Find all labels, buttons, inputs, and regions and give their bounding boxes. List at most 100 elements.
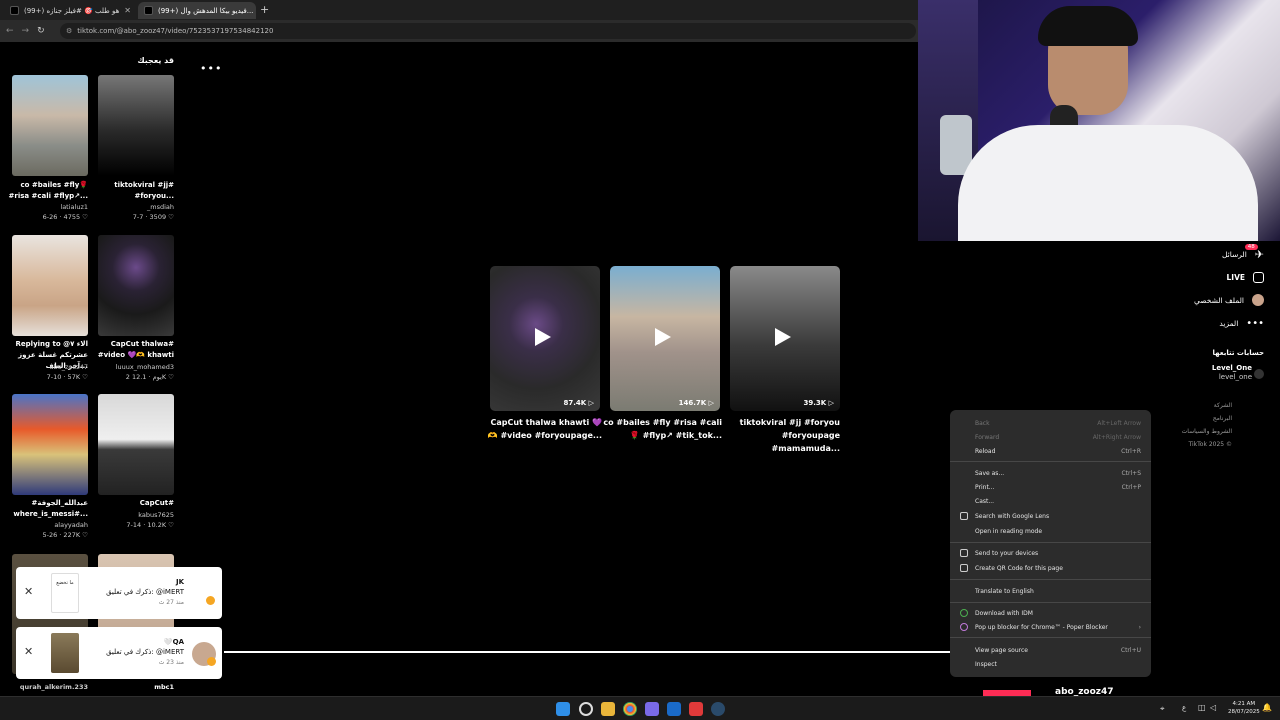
close-icon[interactable]: ✕ [24,585,33,598]
grid-thumb-5[interactable] [12,394,88,495]
windows-start-icon[interactable] [556,702,570,716]
discord-icon[interactable] [645,702,659,716]
browser-tab-1[interactable]: (99+) هو طلب 🎯 #فيلز جنازه ✕ [4,2,134,19]
address-bar[interactable]: ⚙ tiktok.com/@abo_zooz47/video/752353719… [60,23,916,39]
play-icon[interactable] [655,328,671,346]
context-menu: Back Alt+Left Arrow Forward Alt+Right Arro… [950,410,1151,677]
submenu-arrow-icon: › [1138,623,1141,631]
following-name: Level_One [1211,364,1252,372]
idm-icon [960,609,968,617]
menu-item-print[interactable]: Print... Ctrl+P [950,481,1151,493]
forward-arrow-icon[interactable]: → [22,26,30,36]
menu-item-view-source[interactable]: View page source Ctrl+U [950,644,1151,656]
language-indicator[interactable]: ع [1182,704,1186,712]
menu-item-reload[interactable]: Reload Ctrl+R [950,445,1151,457]
video-card-1[interactable]: 87.4K ▷ [490,266,600,411]
menu-separator [950,637,1151,638]
menu-item-qr-code[interactable]: Create QR Code for this page [950,562,1151,574]
tab-close-icon[interactable]: ✕ [124,6,131,15]
browser-tab-2[interactable]: (99+) فيديو بيكا المدهش وال... ✕ [138,2,256,19]
notification-time: منذ 27 ث [158,599,184,606]
profile-avatar-icon [1252,294,1264,306]
grid-thumb-4[interactable] [98,235,174,336]
outlook-icon[interactable] [667,702,681,716]
grid-caption-6[interactable]: CapCut# [94,498,174,509]
grid-caption-1[interactable]: co #bailes #fly🌹 #risa #cali #flyp↗... [8,180,89,202]
reload-icon[interactable]: ↻ [37,26,45,36]
sidebar-live[interactable]: LIVE [1227,272,1264,283]
grid-stats-3: 7-10 · 57K ♡ [46,373,88,381]
live-icon [1253,272,1264,283]
menu-item-reading-mode[interactable]: Open in reading mode [950,525,1151,537]
author-name[interactable]: abo_zooz47 [1055,687,1114,696]
notification-app-icon [206,596,215,605]
video-caption-3[interactable]: tiktokviral #jj #foryou #foryoupage #mam… [720,416,840,455]
new-tab-icon[interactable]: + [260,3,269,16]
grid-thumb-3[interactable] [12,235,88,336]
notification-1[interactable]: ✕ ما تخضع JK ذكرك في تعليق: @iMERT منذ 2… [16,567,222,619]
grid-thumb-2[interactable] [98,75,174,176]
steam-icon[interactable] [711,702,725,716]
grid-caption-2[interactable]: tiktokviral #jj# #foryou... [94,180,174,202]
volume-icon[interactable]: ◁ [1210,703,1216,712]
menu-separator [950,542,1151,543]
menu-item-popup-blocker[interactable]: Pop up blocker for Chrome™ - Poper Block… [950,621,1151,633]
grid-user-8[interactable]: mbc1 [94,682,174,693]
following-avatar[interactable] [1254,369,1264,379]
site-info-icon[interactable]: ⚙ [66,27,72,35]
menu-item-google-lens[interactable]: Search with Google Lens [950,510,1151,522]
sidebar-messages[interactable]: الرسائل ✈ 48 [1221,244,1264,261]
footer-terms[interactable]: الشروط والسياسات [1182,428,1232,435]
file-explorer-icon[interactable] [601,702,615,716]
video-caption-2[interactable]: co #bailes #fly #risa #cali🌹 #flyp↗ #tik… [602,416,722,442]
notification-name: 🤍QA [163,638,184,646]
notifications-icon[interactable]: 🔔 [1262,703,1272,712]
footer-company[interactable]: الشركة [1214,402,1232,409]
grid-thumb-1[interactable] [12,75,88,176]
menu-item-inspect[interactable]: Inspect [950,658,1151,670]
messages-icon: ✈ 48 [1244,244,1264,261]
grid-caption-5[interactable]: #عبدالله_الجوفة where_is_messi#... [8,498,88,520]
network-icon[interactable]: ◫ [1198,703,1206,712]
video-card-3[interactable]: 39.3K ▷ [730,266,840,411]
video-view-count: 39.3K ▷ [803,399,834,407]
sidebar-profile[interactable]: الملف الشخصي [1194,294,1264,306]
location-icon[interactable]: ⌖ [1160,704,1165,714]
menu-item-send-to-devices[interactable]: Send to your devices [950,547,1151,559]
webcam-overlay [918,0,1280,241]
following-title: حسابات تتابعها [1212,349,1264,357]
grid-caption-4[interactable]: CapCut thalwa# #video 💜🫶 khawti [94,339,174,361]
menu-item-back[interactable]: Back Alt+Left Arrow [950,417,1151,429]
close-icon[interactable]: ✕ [24,645,33,658]
grid-title: قد يعجبك [137,56,174,65]
notification-2[interactable]: ✕ 🤍QA ذكرك في تعليق: @iMERT منذ 23 ث [16,627,222,679]
sidebar-messages-label: الرسائل [1221,250,1247,259]
play-icon[interactable] [775,328,791,346]
browser-toolbar: ← → ↻ ⚙ tiktok.com/@abo_zooz47/video/752… [0,20,918,42]
following-account[interactable]: Level_One level_one [1212,364,1252,382]
back-arrow-icon[interactable]: ← [6,26,14,36]
tiktok-favicon-icon [10,6,19,15]
video-card-2[interactable]: 146.7K ▷ [610,266,720,411]
menu-item-translate[interactable]: Translate to English [950,585,1151,597]
app-icon[interactable] [689,702,703,716]
play-icon[interactable] [535,328,551,346]
notification-thumb: ما تخضع [51,573,79,613]
notification-text: ذكرك في تعليق: @iMERT [106,588,184,596]
menu-item-cast[interactable]: Cast... [950,495,1151,507]
webcam-person-shirt [958,125,1258,241]
grid-thumb-6[interactable] [98,394,174,495]
grid-stats-1: 6-26 · 4755 ♡ [42,213,88,221]
footer-program[interactable]: البرنامج [1213,415,1232,422]
menu-item-idm[interactable]: Download with IDM [950,607,1151,619]
system-clock[interactable]: 4:21 AM 28/07/2025 [1228,700,1260,716]
grid-user-7[interactable]: qurah_alkerim.233 [8,682,88,693]
video-caption-1[interactable]: CapCut thalwa khawti 💜🫶 #video #foryoupa… [482,416,602,442]
sidebar-more[interactable]: المزيد ••• [1219,318,1264,329]
more-options-icon[interactable]: ••• [200,62,222,75]
menu-item-save-as[interactable]: Save as... Ctrl+S [950,467,1151,479]
menu-item-forward[interactable]: Forward Alt+Right Arrow [950,431,1151,443]
video-progress-bar[interactable] [224,651,950,653]
chrome-icon[interactable] [623,702,637,716]
search-icon[interactable] [579,702,593,716]
